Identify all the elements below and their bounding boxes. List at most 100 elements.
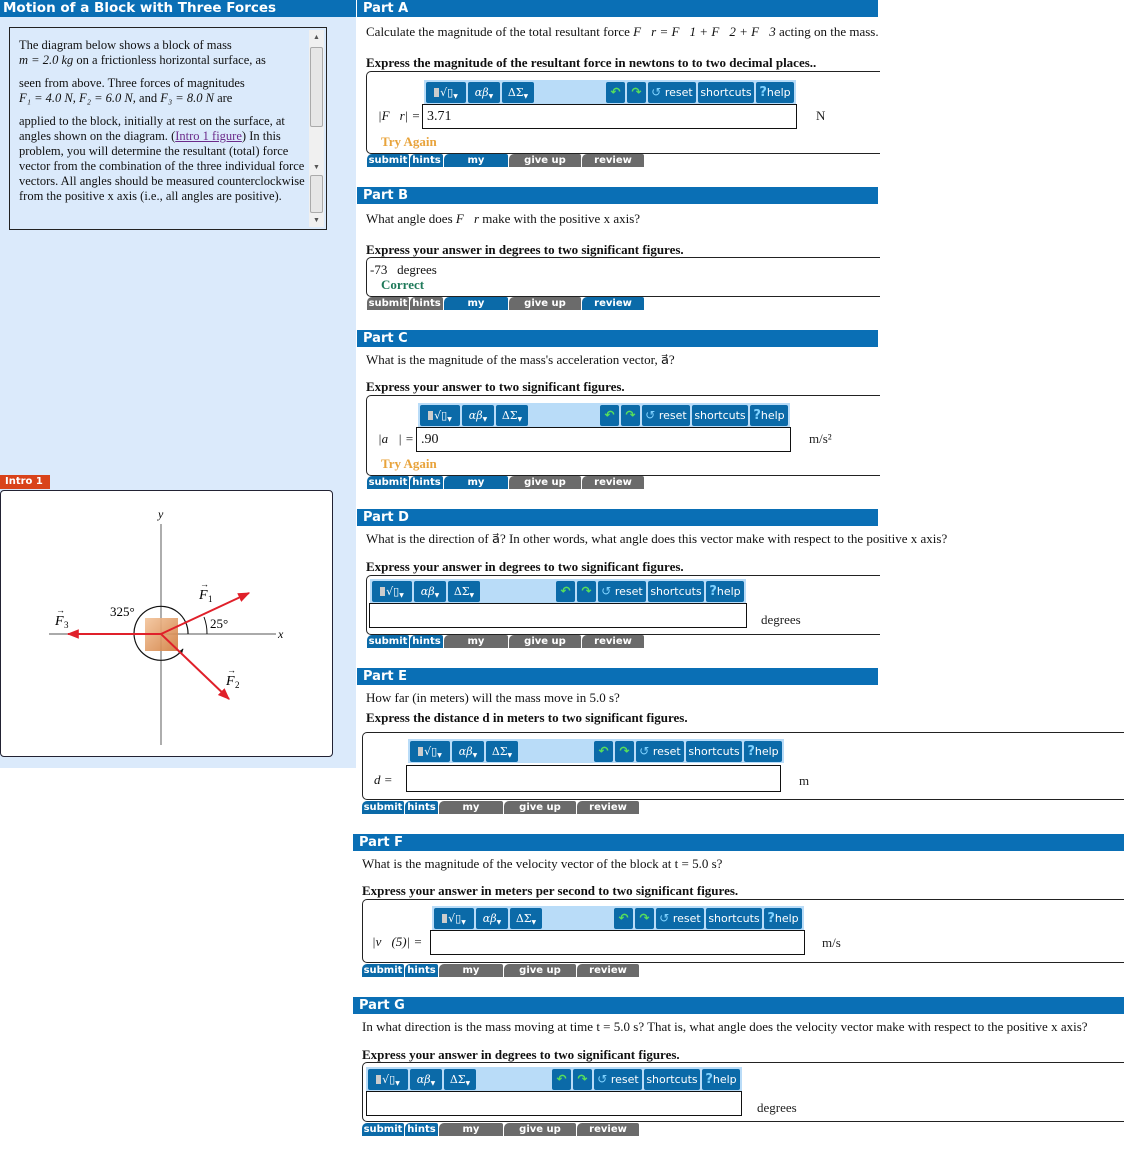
- part-g-submit-button[interactable]: submit: [362, 1123, 404, 1136]
- part-e-give-up-button[interactable]: give up: [504, 801, 576, 814]
- scroll-thumb[interactable]: [310, 47, 323, 127]
- part-g-give-up-button[interactable]: give up: [504, 1123, 576, 1136]
- part-d-symbols-button[interactable]: ΔΣ▼: [448, 581, 480, 602]
- part-f-templates-button[interactable]: √▯▼: [434, 908, 474, 929]
- part-g-help-button[interactable]: ?help: [702, 1069, 740, 1090]
- part-d-reset-button[interactable]: ↺ reset: [598, 581, 646, 602]
- part-e-redo-button[interactable]: ↷: [615, 741, 634, 762]
- part-d-give-up-button[interactable]: give up: [509, 635, 581, 648]
- part-b-my-answers-button[interactable]: my answers: [444, 297, 508, 322]
- part-d-my-answers-button[interactable]: my answers: [444, 635, 508, 660]
- part-d-templates-button[interactable]: √▯▼: [372, 581, 412, 602]
- part-c-answer-input[interactable]: .90: [416, 427, 791, 452]
- part-a-submit-button[interactable]: submit: [367, 154, 409, 167]
- part-f-undo-button[interactable]: ↶: [614, 908, 633, 929]
- part-a-symbols-button[interactable]: ΔΣ▼: [502, 82, 534, 103]
- part-f-my-answers-button[interactable]: my answers: [439, 964, 503, 989]
- part-e-my-answers-button[interactable]: my answers: [439, 801, 503, 826]
- part-f-greek-button[interactable]: αβ▼: [476, 908, 508, 929]
- part-g-review-part-button[interactable]: review part: [577, 1123, 639, 1148]
- part-b-give-up-button[interactable]: give up: [509, 297, 581, 310]
- part-d-undo-button[interactable]: ↶: [556, 581, 575, 602]
- part-e-symbols-button[interactable]: ΔΣ▼: [486, 741, 518, 762]
- part-f-symbols-button[interactable]: ΔΣ▼: [510, 908, 542, 929]
- part-g-symbols-button[interactable]: ΔΣ▼: [444, 1069, 476, 1090]
- part-c-reset-button[interactable]: ↺ reset: [642, 405, 690, 426]
- part-c-review-part-button[interactable]: review part: [582, 476, 644, 501]
- part-a-redo-button[interactable]: ↷: [627, 82, 646, 103]
- part-f-redo-button[interactable]: ↷: [635, 908, 654, 929]
- part-g-my-answers-button[interactable]: my answers: [439, 1123, 503, 1148]
- part-e-undo-button[interactable]: ↶: [594, 741, 613, 762]
- part-c-undo-button[interactable]: ↶: [600, 405, 619, 426]
- part-e-hints-button[interactable]: hints: [405, 801, 438, 814]
- part-d-submit-button[interactable]: submit: [367, 635, 409, 648]
- scroll-down-icon[interactable]: ▼: [309, 160, 324, 174]
- part-f-help-button[interactable]: ?help: [764, 908, 802, 929]
- part-d-redo-button[interactable]: ↷: [577, 581, 596, 602]
- part-e-answer-input[interactable]: [406, 765, 781, 792]
- part-d-instruction: Express your answer in degrees to two si…: [366, 559, 684, 574]
- part-e-templates-button[interactable]: √▯▼: [410, 741, 450, 762]
- part-a-hints-button[interactable]: hints: [410, 154, 443, 167]
- part-f-shortcuts-button[interactable]: shortcuts: [706, 908, 762, 929]
- part-f-reset-button[interactable]: ↺ reset: [656, 908, 704, 929]
- intro-scrollbar[interactable]: ▲ ▼ ▼: [309, 30, 324, 227]
- part-g-reset-button[interactable]: ↺ reset: [594, 1069, 642, 1090]
- part-g-answer-input[interactable]: [366, 1091, 742, 1116]
- figure-tab[interactable]: Intro 1: [0, 475, 50, 489]
- part-c-templates-button[interactable]: √▯▼: [420, 405, 460, 426]
- part-c-symbols-button[interactable]: ΔΣ▼: [496, 405, 528, 426]
- scroll-up-icon[interactable]: ▲: [309, 30, 324, 44]
- part-d-answer-input[interactable]: [369, 603, 747, 628]
- part-f-submit-button[interactable]: submit: [362, 964, 404, 977]
- part-a-shortcuts-button[interactable]: shortcuts: [698, 82, 754, 103]
- part-b-review-part-button[interactable]: review part: [582, 297, 644, 322]
- part-g-undo-button[interactable]: ↶: [552, 1069, 571, 1090]
- part-a-undo-button[interactable]: ↶: [606, 82, 625, 103]
- part-g-redo-button[interactable]: ↷: [573, 1069, 592, 1090]
- scroll-down-icon-2[interactable]: ▼: [309, 213, 324, 227]
- part-c-greek-button[interactable]: αβ▼: [462, 405, 494, 426]
- part-c-submit-button[interactable]: submit: [367, 476, 409, 489]
- part-e-review-part-button[interactable]: review part: [577, 801, 639, 826]
- part-c-hints-button[interactable]: hints: [410, 476, 443, 489]
- part-f-review-part-button[interactable]: review part: [577, 964, 639, 989]
- part-d-hints-button[interactable]: hints: [410, 635, 443, 648]
- part-d-review-part-button[interactable]: review part: [582, 635, 644, 660]
- part-d-shortcuts-button[interactable]: shortcuts: [648, 581, 704, 602]
- part-g-greek-button[interactable]: αβ▼: [410, 1069, 442, 1090]
- part-f-hints-button[interactable]: hints: [405, 964, 438, 977]
- part-b-submit-button[interactable]: submit: [367, 297, 409, 310]
- part-b-hints-button[interactable]: hints: [410, 297, 443, 310]
- part-f-answer-input[interactable]: [430, 930, 805, 955]
- part-a-header: Part A: [357, 0, 878, 17]
- part-c-shortcuts-button[interactable]: shortcuts: [692, 405, 748, 426]
- part-e-reset-button[interactable]: ↺ reset: [636, 741, 684, 762]
- part-a-give-up-button[interactable]: give up: [509, 154, 581, 167]
- scroll-thumb-2[interactable]: [310, 175, 323, 213]
- part-g-shortcuts-button[interactable]: shortcuts: [644, 1069, 700, 1090]
- part-a-my-answers-button[interactable]: my answers: [444, 154, 508, 179]
- part-d-greek-button[interactable]: αβ▼: [414, 581, 446, 602]
- part-f-give-up-button[interactable]: give up: [504, 964, 576, 977]
- part-c-redo-button[interactable]: ↷: [621, 405, 640, 426]
- part-d-help-button[interactable]: ?help: [706, 581, 744, 602]
- part-e-submit-button[interactable]: submit: [362, 801, 404, 814]
- intro-math-forces: F₁ = 4.0 N, F₂ = 6.0 N,: [19, 91, 136, 105]
- intro-figure-link[interactable]: Intro 1 figure: [175, 129, 242, 143]
- part-e-greek-button[interactable]: αβ▼: [452, 741, 484, 762]
- part-c-my-answers-button[interactable]: my answers: [444, 476, 508, 501]
- part-a-greek-button[interactable]: αβ▼: [468, 82, 500, 103]
- part-a-answer-input[interactable]: 3.71: [422, 104, 797, 129]
- part-c-help-button[interactable]: ?help: [750, 405, 788, 426]
- part-a-reset-button[interactable]: ↺ reset: [648, 82, 696, 103]
- part-a-review-part-button[interactable]: review part: [582, 154, 644, 179]
- part-g-hints-button[interactable]: hints: [405, 1123, 438, 1136]
- part-g-templates-button[interactable]: √▯▼: [368, 1069, 408, 1090]
- part-e-shortcuts-button[interactable]: shortcuts: [686, 741, 742, 762]
- part-a-help-button[interactable]: ?help: [756, 82, 794, 103]
- part-a-templates-button[interactable]: √▯▼: [426, 82, 466, 103]
- part-c-give-up-button[interactable]: give up: [509, 476, 581, 489]
- part-e-help-button[interactable]: ?help: [744, 741, 782, 762]
